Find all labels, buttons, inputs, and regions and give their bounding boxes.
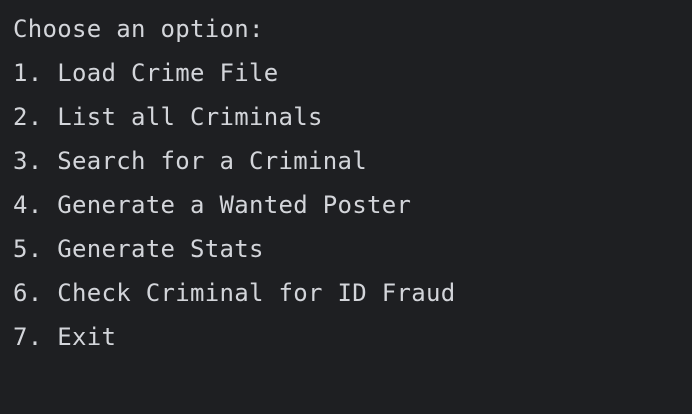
menu-option-generate-stats: 5. Generate Stats bbox=[13, 235, 264, 263]
menu-option-list-all-criminals: 2. List all Criminals bbox=[13, 103, 323, 131]
menu-prompt: Choose an option: bbox=[13, 15, 264, 43]
menu-option-generate-wanted-poster: 4. Generate a Wanted Poster bbox=[13, 191, 412, 219]
menu-option-exit: 7. Exit bbox=[13, 323, 117, 351]
console-output[interactable]: Choose an option: 1. Load Crime File 2. … bbox=[0, 0, 692, 414]
menu-option-load-crime-file: 1. Load Crime File bbox=[13, 59, 279, 87]
menu-option-check-id-fraud: 6. Check Criminal for ID Fraud bbox=[13, 279, 456, 307]
menu-option-search-criminal: 3. Search for a Criminal bbox=[13, 147, 367, 175]
